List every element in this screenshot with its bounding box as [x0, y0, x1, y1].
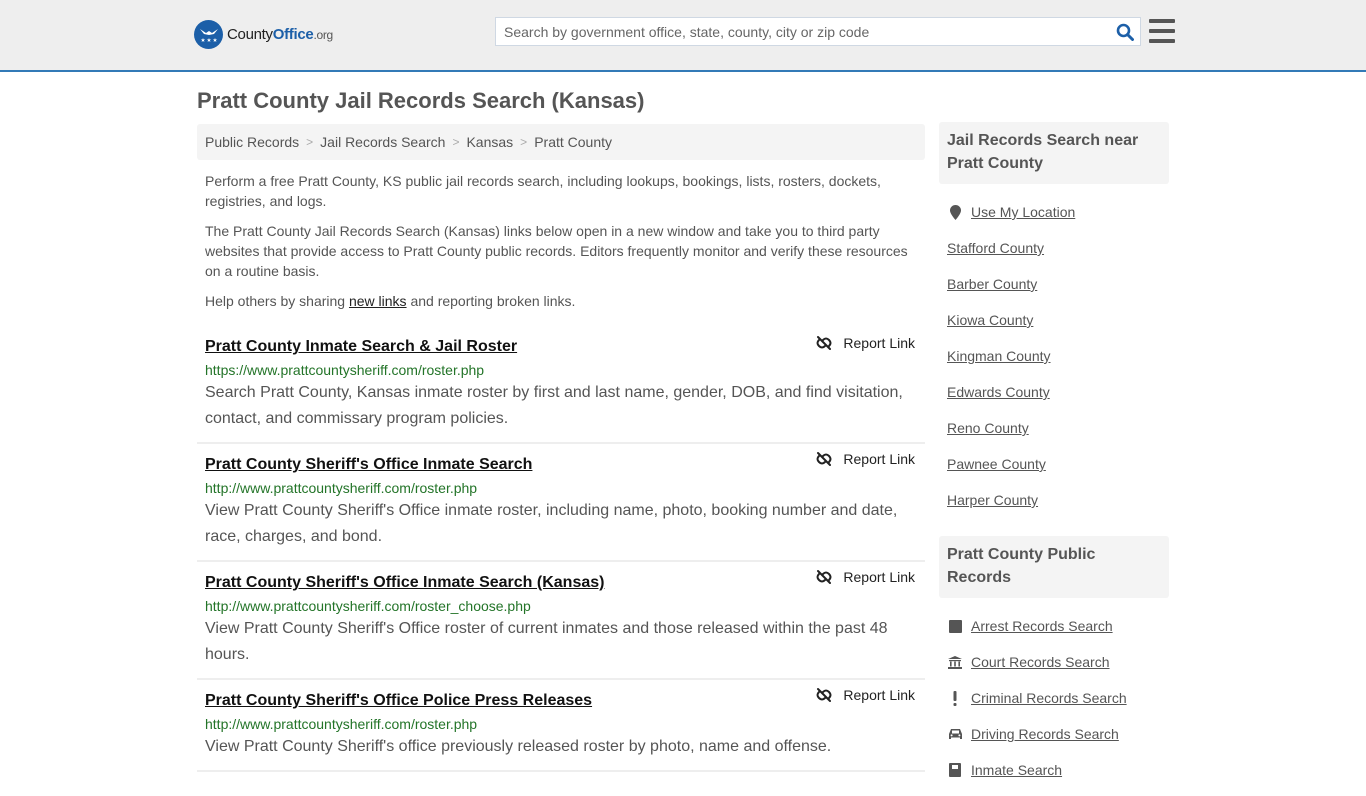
nearby-county-link[interactable]: Edwards County	[947, 384, 1050, 400]
breadcrumb-separator: >	[520, 135, 528, 149]
nearby-list: Use My Location Stafford County Barber C…	[939, 184, 1169, 526]
result-item: Pratt County Sheriff's Office Police Pre…	[197, 680, 925, 772]
breadcrumb-separator: >	[452, 135, 460, 149]
exclamation-icon	[947, 690, 963, 706]
eagle-badge-icon	[194, 20, 223, 49]
result-item: Pratt County Sheriff's Office Inmate Sea…	[197, 562, 925, 680]
public-record-item: Criminal Records Search	[947, 680, 1161, 716]
result-description: View Pratt County Sheriff's Office roste…	[205, 620, 888, 663]
result-description: View Pratt County Sheriff's Office inmat…	[205, 502, 898, 545]
breadcrumb-kansas[interactable]: Kansas	[466, 134, 513, 150]
result-title-link[interactable]: Pratt County Sheriff's Office Inmate Sea…	[205, 452, 532, 478]
report-link-button[interactable]: Report Link	[816, 335, 915, 351]
report-link-label: Report Link	[843, 451, 915, 467]
public-record-item: Driving Records Search	[947, 716, 1161, 752]
nearby-county-link[interactable]: Reno County	[947, 420, 1029, 436]
square-icon	[947, 619, 963, 633]
broken-link-icon	[816, 688, 832, 702]
public-records-list: Arrest Records Search Court Records Sear…	[939, 598, 1169, 796]
criminal-records-link[interactable]: Criminal Records Search	[971, 690, 1127, 706]
site-header: CountyOffice.org	[0, 0, 1366, 72]
result-url: http://www.prattcountysheriff.com/roster…	[205, 716, 478, 732]
public-records-heading: Pratt County Public Records	[939, 536, 1169, 598]
result-title-link[interactable]: Pratt County Sheriff's Office Inmate Sea…	[205, 570, 604, 596]
public-records-section: Pratt County Public Records Arrest Recor…	[939, 536, 1169, 796]
arrest-records-link[interactable]: Arrest Records Search	[971, 618, 1113, 634]
nearby-county-link[interactable]: Stafford County	[947, 240, 1044, 256]
nearby-county-link[interactable]: Kiowa County	[947, 312, 1033, 328]
results-list: Pratt County Inmate Search & Jail Roster…	[197, 331, 925, 772]
result-item: Pratt County Inmate Search & Jail Roster…	[197, 331, 925, 444]
nearby-county-item: Reno County	[947, 410, 1161, 446]
breadcrumb-jail-records-search[interactable]: Jail Records Search	[320, 134, 445, 150]
breadcrumb-pratt-county[interactable]: Pratt County	[534, 134, 612, 150]
hamburger-icon-bar	[1149, 39, 1175, 43]
intro-paragraph: The Pratt County Jail Records Search (Ka…	[205, 223, 908, 279]
intro-text: Perform a free Pratt County, KS public j…	[197, 171, 925, 311]
result-title-link[interactable]: Pratt County Sheriff's Office Police Pre…	[205, 688, 592, 714]
report-link-button[interactable]: Report Link	[816, 687, 915, 703]
nearby-county-item: Stafford County	[947, 230, 1161, 266]
site-logo[interactable]: CountyOffice.org	[194, 20, 333, 49]
help-paragraph: Help others by sharing new links and rep…	[205, 293, 576, 309]
result-description: View Pratt County Sheriff's office previ…	[205, 738, 832, 755]
logo-text: CountyOffice.org	[227, 26, 333, 43]
hamburger-menu-button[interactable]	[1149, 19, 1175, 43]
report-link-label: Report Link	[843, 569, 915, 585]
main-content: Public Records > Jail Records Search > K…	[197, 124, 925, 772]
driving-records-link[interactable]: Driving Records Search	[971, 726, 1119, 742]
report-link-button[interactable]: Report Link	[816, 451, 915, 467]
use-my-location-item: Use My Location	[947, 194, 1161, 230]
car-icon	[947, 728, 963, 740]
result-url: https://www.prattcountysheriff.com/roste…	[205, 362, 485, 378]
hamburger-icon-bar	[1149, 19, 1175, 23]
nearby-county-link[interactable]: Barber County	[947, 276, 1037, 292]
public-record-item: Inmate Search	[947, 752, 1161, 788]
nearby-county-link[interactable]: Kingman County	[947, 348, 1051, 364]
result-url: http://www.prattcountysheriff.com/roster…	[205, 598, 531, 614]
nearby-county-item: Barber County	[947, 266, 1161, 302]
result-item: Pratt County Sheriff's Office Inmate Sea…	[197, 444, 925, 562]
result-description: Search Pratt County, Kansas inmate roste…	[205, 384, 903, 427]
public-record-item: Court Records Search	[947, 644, 1161, 680]
use-my-location-link[interactable]: Use My Location	[971, 204, 1075, 220]
result-title-link[interactable]: Pratt County Inmate Search & Jail Roster	[205, 334, 517, 360]
hamburger-icon-bar	[1149, 29, 1175, 33]
nearby-county-item: Edwards County	[947, 374, 1161, 410]
broken-link-icon	[816, 336, 832, 350]
breadcrumb-separator: >	[306, 135, 314, 149]
new-links-link[interactable]: new links	[349, 293, 407, 309]
page-title: Pratt County Jail Records Search (Kansas…	[197, 88, 645, 113]
courthouse-icon	[947, 655, 963, 669]
broken-link-icon	[816, 452, 832, 466]
nearby-county-item: Pawnee County	[947, 446, 1161, 482]
inmate-search-link[interactable]: Inmate Search	[971, 762, 1062, 778]
magnifier-icon	[1116, 23, 1134, 41]
breadcrumb: Public Records > Jail Records Search > K…	[197, 124, 925, 160]
report-link-label: Report Link	[843, 335, 915, 351]
broken-link-icon	[816, 570, 832, 584]
court-records-link[interactable]: Court Records Search	[971, 654, 1110, 670]
search-input[interactable]	[496, 18, 1110, 45]
nearby-county-link[interactable]: Pawnee County	[947, 456, 1046, 472]
inmate-icon	[947, 763, 963, 777]
public-record-item: Arrest Records Search	[947, 608, 1161, 644]
report-link-button[interactable]: Report Link	[816, 569, 915, 585]
breadcrumb-public-records[interactable]: Public Records	[205, 134, 299, 150]
nearby-county-item: Kiowa County	[947, 302, 1161, 338]
report-link-label: Report Link	[843, 687, 915, 703]
nearby-heading: Jail Records Search near Pratt County	[939, 122, 1169, 184]
nearby-county-link[interactable]: Harper County	[947, 492, 1038, 508]
sidebar: Jail Records Search near Pratt County Us…	[939, 122, 1169, 796]
search-button[interactable]	[1110, 18, 1140, 45]
nearby-county-item: Harper County	[947, 482, 1161, 518]
result-url: http://www.prattcountysheriff.com/roster…	[205, 480, 478, 496]
map-marker-icon	[947, 204, 963, 220]
intro-paragraph: Perform a free Pratt County, KS public j…	[205, 173, 881, 209]
nearby-county-item: Kingman County	[947, 338, 1161, 374]
search-box	[495, 17, 1141, 46]
